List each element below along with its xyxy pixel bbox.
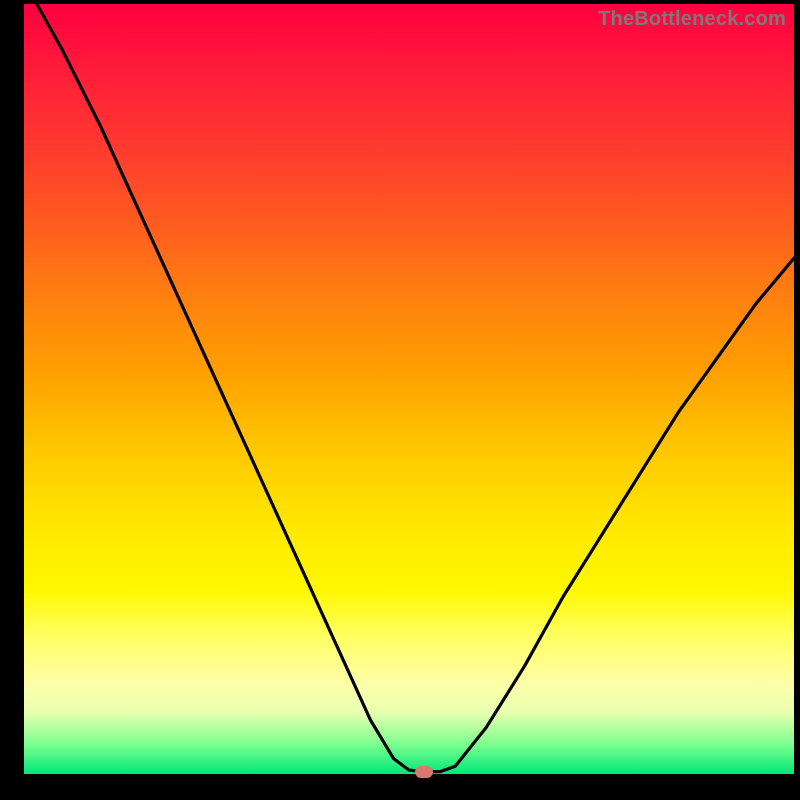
chart-frame: TheBottleneck.com: [0, 0, 800, 800]
bottleneck-curve: [24, 4, 794, 774]
curve-path: [24, 0, 794, 772]
plot-area: TheBottleneck.com: [24, 4, 794, 774]
optimum-marker: [415, 766, 433, 778]
